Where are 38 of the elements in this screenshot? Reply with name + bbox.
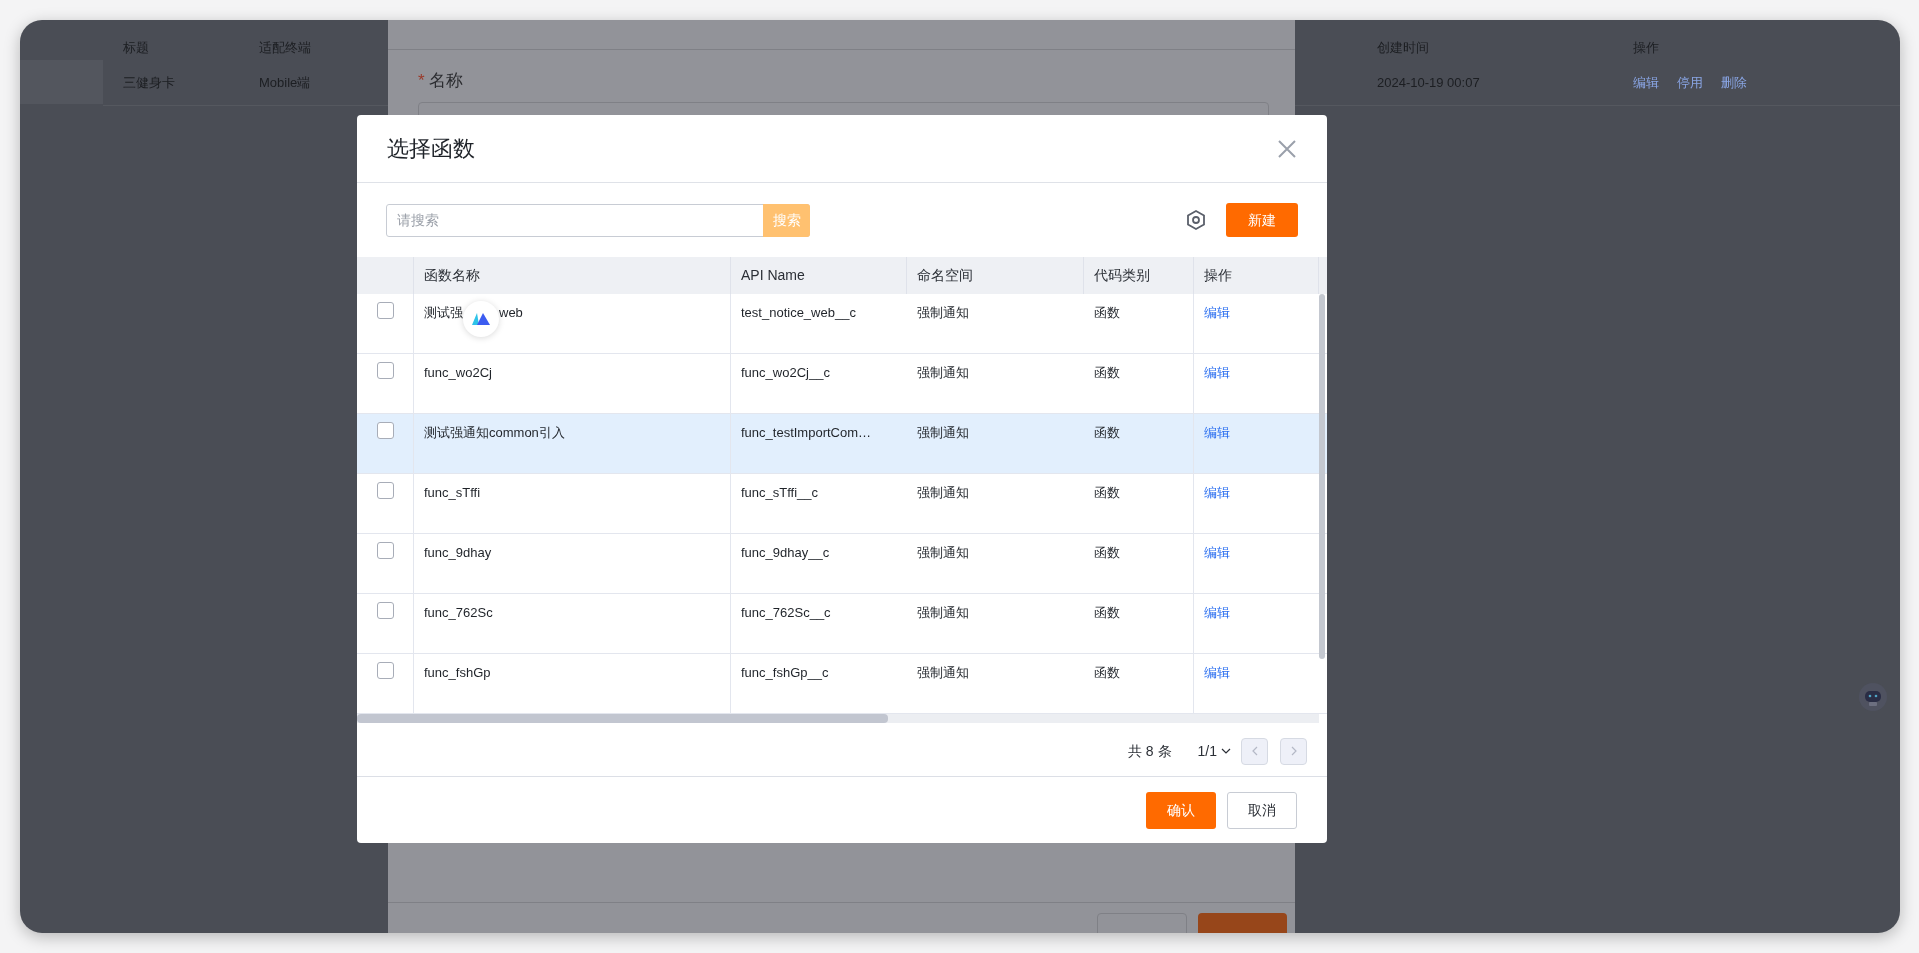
table-cell-text: func_9dhay xyxy=(424,544,492,562)
column-header: API Name xyxy=(741,266,805,285)
table-cell-text: test_notice_web__c xyxy=(741,304,856,322)
table-cell-text: 测试强通知common引入 xyxy=(424,424,565,442)
dialog-title: 选择函数 xyxy=(387,135,475,163)
table-cell-text: func_testImportCom… xyxy=(741,424,872,442)
table-cell-text: 函数 xyxy=(1094,664,1120,682)
column-header: 命名空间 xyxy=(917,266,973,285)
table-cell-text: 强制通知 xyxy=(917,544,969,562)
table-cell-text: 强制通知 xyxy=(917,664,969,682)
table-cell-text: func_sTffi__c xyxy=(741,484,819,502)
table-cell-text: 函数 xyxy=(1094,304,1120,322)
table-cell-text: 测试强 xyxy=(424,304,463,322)
table-cell-text: 函数 xyxy=(1094,544,1120,562)
column-header: 函数名称 xyxy=(424,266,480,285)
column-header: 操作 xyxy=(1204,266,1232,285)
table-cell-text: 强制通知 xyxy=(917,604,969,622)
table-cell-text: 函数 xyxy=(1094,364,1120,382)
table-cell-text: 强制通知 xyxy=(917,364,969,382)
table-cell-text: func_762Sc xyxy=(424,604,493,622)
required-mark: * xyxy=(418,70,425,92)
column-header: 代码类别 xyxy=(1094,266,1150,285)
table-cell-text: 强制通知 xyxy=(917,484,969,502)
table-cell-text: func_wo2Cj__c xyxy=(741,364,830,382)
table-cell-text: 函数 xyxy=(1094,424,1120,442)
table-cell-text: 强制通知 xyxy=(917,304,969,322)
total-count: 共 8 条 xyxy=(1127,741,1172,761)
table-cell-text: func_wo2Cj xyxy=(424,364,492,382)
table-cell-text: 函数 xyxy=(1094,484,1120,502)
table-cell-text: func_9dhay__c xyxy=(741,544,830,562)
table-cell-text: 强制通知 xyxy=(917,424,969,442)
table-cell-text: func_sTffi xyxy=(424,484,481,502)
table-cell-text: 函数 xyxy=(1094,604,1120,622)
field-label: 名称 xyxy=(428,70,463,92)
table-cell-text: func_fshGp xyxy=(424,664,491,682)
table-cell-text: func_fshGp__c xyxy=(741,664,829,682)
table-cell-text: web xyxy=(499,304,523,322)
table-cell-text: func_762Sc__c xyxy=(741,604,831,622)
